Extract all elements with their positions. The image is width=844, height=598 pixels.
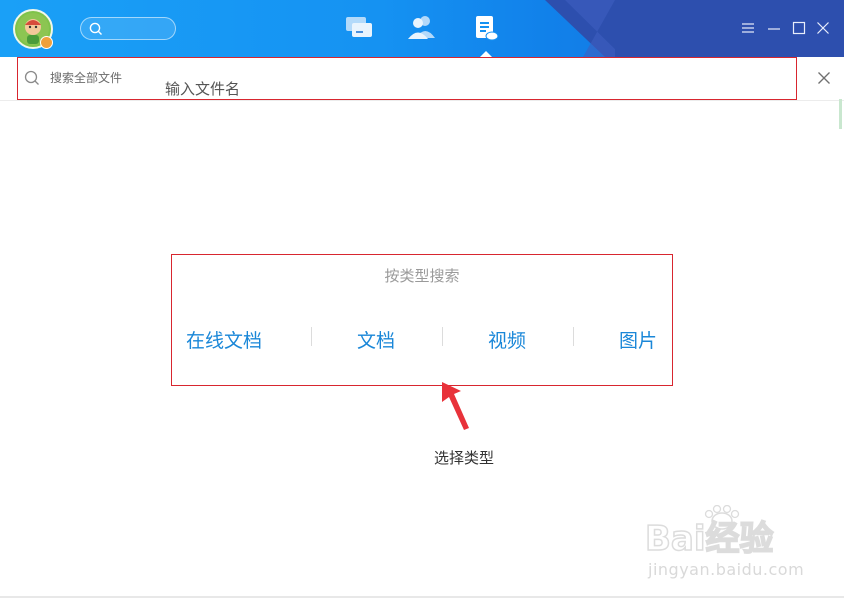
- type-separator: [573, 327, 574, 346]
- type-image[interactable]: 图片: [619, 326, 657, 353]
- type-online-doc[interactable]: 在线文档: [186, 326, 262, 353]
- baidu-jingyan-watermark: Bai经验: [645, 505, 774, 560]
- filename-hint-annotation: 输入文件名: [165, 80, 241, 98]
- watermark-url: jingyan.baidu.com: [648, 560, 805, 579]
- search-icon: [89, 22, 102, 35]
- scrollbar-track: [839, 99, 842, 129]
- choose-type-annotation: 选择类型: [434, 449, 495, 467]
- type-document[interactable]: 文档: [357, 326, 395, 353]
- search-divider: [0, 100, 844, 101]
- files-icon[interactable]: [473, 14, 499, 42]
- close-icon[interactable]: [816, 21, 830, 35]
- chat-icon[interactable]: [345, 14, 373, 40]
- type-separator: [442, 327, 443, 346]
- minimize-icon[interactable]: [767, 21, 781, 35]
- close-search-icon[interactable]: [817, 71, 831, 85]
- contacts-icon[interactable]: [407, 14, 437, 40]
- avatar-status-badge: [40, 36, 53, 49]
- maximize-icon[interactable]: [792, 21, 806, 35]
- menu-icon[interactable]: [741, 21, 755, 35]
- type-search-title: 按类型搜索: [384, 267, 460, 285]
- type-separator: [311, 327, 312, 346]
- annotation-arrow-icon: [442, 382, 469, 430]
- global-search-button[interactable]: [80, 17, 176, 40]
- search-input-highlight: [17, 57, 797, 100]
- watermark-text: Bai经验: [645, 519, 774, 559]
- type-video[interactable]: 视频: [488, 326, 526, 353]
